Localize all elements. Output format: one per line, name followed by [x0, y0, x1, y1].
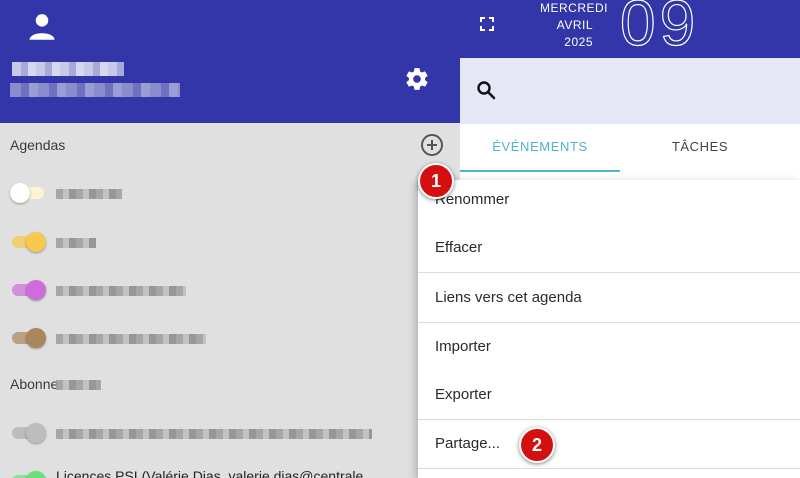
calendar-item[interactable] [0, 270, 418, 310]
month-label: AVRIL [556, 18, 593, 32]
menu-item-links[interactable]: Liens vers cet agenda [418, 289, 800, 306]
account-icon [29, 14, 55, 40]
calendar-toggle[interactable] [10, 327, 46, 349]
calendar-toggle[interactable] [10, 279, 46, 301]
calendar-name-redacted [56, 238, 96, 248]
tab-tasks[interactable]: TÂCHES [620, 124, 780, 172]
calendar-sidebar: Agendas Abonne Licences PSL(Valérie Dias… [0, 0, 460, 478]
add-circle-icon[interactable] [421, 134, 443, 156]
calendar-item[interactable] [0, 222, 418, 262]
search-bar[interactable] [460, 58, 800, 124]
menu-item-export[interactable]: Exporter [418, 386, 800, 403]
fullscreen-icon[interactable] [480, 17, 494, 31]
menu-divider [418, 468, 800, 469]
user-name-redacted [12, 62, 124, 76]
step-marker-2: 2 [519, 427, 555, 463]
day-number: 09 [619, 0, 700, 60]
calendar-name-redacted [56, 189, 122, 199]
menu-divider [418, 272, 800, 273]
menu-divider [418, 322, 800, 323]
subscription-item[interactable] [0, 413, 418, 453]
tab-events[interactable]: ÉVÉNEMENTS [460, 124, 620, 172]
search-icon[interactable] [476, 80, 496, 100]
user-header [0, 0, 460, 123]
date-text: MERCREDI AVRIL 2025 [540, 0, 609, 51]
weekday-label: MERCREDI [540, 1, 609, 15]
step-marker-1: 1 [418, 163, 454, 199]
menu-item-import[interactable]: Importer [418, 338, 800, 355]
calendar-toggle[interactable] [10, 182, 46, 204]
menu-item-delete[interactable]: Effacer [418, 239, 800, 256]
calendar-item[interactable] [0, 173, 418, 213]
calendar-name-redacted [56, 286, 186, 296]
calendar-name-redacted [56, 334, 206, 344]
calendar-item[interactable] [0, 318, 418, 358]
subscriptions-section-label: Abonne [10, 376, 59, 392]
calendar-toggle[interactable] [10, 231, 46, 253]
user-email-redacted [10, 83, 180, 97]
subscription-toggle[interactable] [10, 422, 46, 444]
year-label: 2025 [564, 35, 593, 49]
section-label-redacted [56, 380, 101, 390]
subscription-name-redacted [56, 429, 372, 439]
subscription-label: Licences PSL(Valérie Dias, valerie.dias@… [56, 468, 364, 478]
menu-item-rename[interactable]: Renommer [418, 191, 800, 208]
menu-item-share[interactable]: Partage... [418, 435, 800, 452]
calendar-context-menu [418, 180, 800, 478]
menu-divider [418, 419, 800, 420]
subscription-toggle[interactable] [10, 470, 46, 478]
gear-icon[interactable] [404, 66, 430, 92]
calendars-section-label: Agendas [10, 137, 66, 153]
